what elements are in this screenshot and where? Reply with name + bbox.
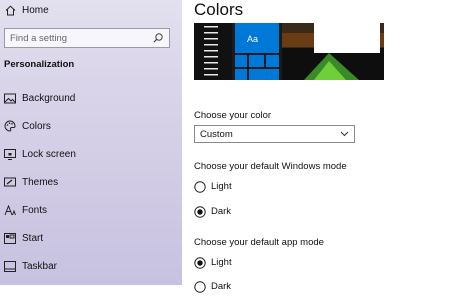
color-mode-dropdown[interactable]: Custom — [194, 125, 355, 143]
windows-mode-dark-radio[interactable] — [194, 205, 206, 218]
settings-sidebar: Home Find a setting Personalization Back… — [0, 0, 182, 285]
sidebar-item-label: Colors — [22, 120, 51, 132]
home-label: Home — [22, 4, 49, 16]
page-title: Colors — [194, 0, 244, 19]
dropdown-value: Custom — [200, 128, 233, 140]
app-mode-light-radio[interactable] — [194, 256, 206, 269]
choose-color-label: Choose your color — [194, 110, 272, 121]
sidebar-item-taskbar[interactable]: Taskbar — [0, 253, 182, 279]
palette-icon — [4, 120, 16, 132]
app-mode-dark-radio[interactable] — [194, 280, 206, 293]
section-title: Personalization — [4, 59, 75, 70]
windows-mode-light-label: Light — [211, 181, 232, 192]
chevron-down-icon — [340, 130, 349, 138]
app-mode-label: Choose your default app mode — [194, 237, 324, 248]
sidebar-item-label: Taskbar — [22, 260, 58, 272]
sidebar-item-fonts[interactable]: Fonts — [0, 197, 182, 223]
preview-image: Aa — [194, 23, 384, 80]
sidebar-item-lock-screen[interactable]: Lock screen — [0, 141, 182, 167]
brush-icon — [4, 176, 16, 188]
theme-preview: Aa — [194, 23, 384, 80]
sidebar-item-label: Start — [22, 232, 44, 244]
image-icon — [4, 92, 16, 104]
sidebar-item-start[interactable]: Start — [0, 225, 182, 251]
home-nav-item[interactable]: Home — [0, 0, 182, 23]
sidebar-item-themes[interactable]: Themes — [0, 169, 182, 195]
preview-sample-text: Aa — [247, 34, 258, 44]
sidebar-item-label: Background — [22, 92, 76, 104]
lock-screen-icon — [4, 148, 16, 160]
taskbar-icon — [4, 260, 16, 272]
app-mode-light-label: Light — [211, 257, 232, 268]
home-icon — [4, 4, 16, 16]
sidebar-item-label: Lock screen — [22, 148, 76, 160]
windows-mode-light-radio[interactable] — [194, 180, 206, 193]
search-icon[interactable] — [152, 32, 164, 44]
start-icon — [4, 232, 16, 244]
app-mode-dark-label: Dark — [211, 281, 232, 292]
windows-mode-dark-label: Dark — [211, 206, 232, 217]
sidebar-item-label: Themes — [22, 176, 59, 188]
sidebar-item-background[interactable]: Background — [0, 85, 182, 111]
main-content: Colors Aa Choose your color Custom Choos… — [182, 0, 460, 293]
font-icon — [4, 204, 16, 216]
search-input[interactable]: Find a setting — [4, 28, 170, 48]
search-placeholder: Find a setting — [10, 32, 68, 44]
sidebar-item-colors[interactable]: Colors — [0, 113, 182, 139]
sidebar-item-label: Fonts — [22, 204, 48, 216]
windows-mode-label: Choose your default Windows mode — [194, 161, 347, 172]
